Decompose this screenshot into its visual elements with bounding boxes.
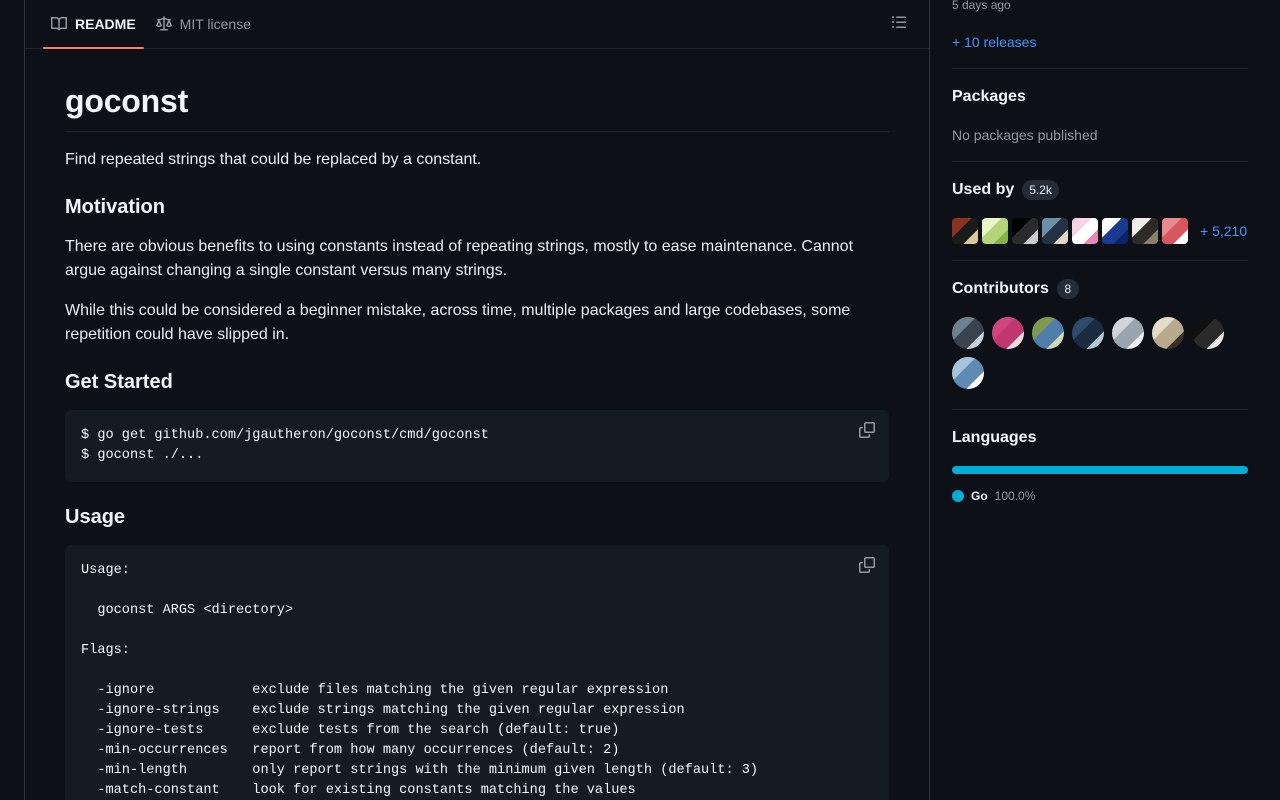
language-name: Go <box>971 489 988 503</box>
packages-empty-note: No packages published <box>952 127 1098 143</box>
used-by-heading: Used by 5.2k <box>952 178 1248 202</box>
used-by-section: Used by 5.2k + 5,210 <box>952 162 1248 244</box>
readme-tablist: README MIT license <box>25 0 261 49</box>
tab-readme-label: README <box>75 16 136 32</box>
copy-icon <box>859 556 875 578</box>
contributors-avatar-row <box>952 317 1234 389</box>
used-by-avatar-7[interactable] <box>1132 218 1158 244</box>
page-title: goconst <box>65 81 889 132</box>
outline-toggle-button[interactable] <box>885 10 913 38</box>
used-by-avatar-5[interactable] <box>1072 218 1098 244</box>
copy-icon <box>859 421 875 443</box>
language-bar-segment[interactable] <box>952 466 1248 474</box>
used-by-avatar-1[interactable] <box>952 218 978 244</box>
contributor-avatar-4[interactable] <box>1072 317 1104 349</box>
contributor-avatar-7[interactable] <box>1192 317 1224 349</box>
book-icon <box>51 16 67 32</box>
contributors-heading-label: Contributors <box>952 280 1049 297</box>
contributor-avatar-5[interactable] <box>1112 317 1144 349</box>
contributors-count-badge: 8 <box>1056 279 1079 299</box>
tab-readme[interactable]: README <box>41 0 146 49</box>
languages-heading-label: Languages <box>952 429 1037 446</box>
language-list-item[interactable]: Go 100.0% <box>952 486 1248 506</box>
used-by-count-badge: 5.2k <box>1022 180 1059 200</box>
repository-readme-page: README MIT license goconst Find repeated… <box>0 0 1280 800</box>
section-heading-motivation: Motivation <box>65 196 165 218</box>
code-content-usage: Usage: goconst ARGS <directory> Flags: -… <box>81 563 759 798</box>
motivation-paragraph-2: While this could be considered a beginne… <box>65 302 851 343</box>
used-by-avatar-2[interactable] <box>982 218 1008 244</box>
tab-mit-license-label: MIT license <box>179 16 251 32</box>
intro-paragraph: Find repeated strings that could be repl… <box>65 151 482 168</box>
list-unordered-icon <box>891 14 907 35</box>
section-heading-usage: Usage <box>65 506 126 528</box>
used-by-avatar-8[interactable] <box>1162 218 1188 244</box>
used-by-avatar-3[interactable] <box>1012 218 1038 244</box>
copy-button-get-started[interactable] <box>853 418 881 446</box>
used-by-more-link[interactable]: + 5,210 <box>1200 223 1247 239</box>
language-color-dot <box>952 490 964 502</box>
contributor-avatar-8[interactable] <box>952 357 984 389</box>
contributors-section: Contributors 8 <box>952 261 1248 389</box>
languages-section: Languages Go 100.0% <box>952 410 1248 506</box>
tab-mit-license[interactable]: MIT license <box>146 0 261 48</box>
language-list: Go 100.0% <box>952 486 1248 506</box>
contributor-avatar-2[interactable] <box>992 317 1024 349</box>
code-block-get-started: $ go get github.com/jgautheron/goconst/c… <box>65 410 889 482</box>
section-heading-get-started: Get Started <box>65 371 173 393</box>
contributors-heading: Contributors 8 <box>952 277 1248 301</box>
contributor-avatar-3[interactable] <box>1032 317 1064 349</box>
used-by-avatar-row: + 5,210 <box>952 218 1248 244</box>
readme-panel: README MIT license goconst Find repeated… <box>24 0 930 800</box>
readme-header: README MIT license <box>25 0 929 49</box>
release-timestamp: 5 days ago <box>952 0 1011 12</box>
law-scale-icon <box>155 16 172 32</box>
packages-heading: Packages <box>952 85 1248 109</box>
contributor-avatar-6[interactable] <box>1152 317 1184 349</box>
motivation-paragraph-1: There are obvious benefits to using cons… <box>65 238 854 279</box>
used-by-avatar-6[interactable] <box>1102 218 1128 244</box>
languages-heading: Languages <box>952 426 1248 450</box>
repository-sidebar: 5 days ago + 10 releases Packages No pac… <box>952 0 1248 506</box>
language-bar <box>952 466 1248 474</box>
packages-section: Packages No packages published <box>952 69 1248 145</box>
contributor-avatar-1[interactable] <box>952 317 984 349</box>
code-content-get-started: $ go get github.com/jgautheron/goconst/c… <box>81 428 489 463</box>
releases-section: 5 days ago + 10 releases <box>952 0 1248 52</box>
more-releases-link[interactable]: + 10 releases <box>952 32 1036 52</box>
used-by-avatar-4[interactable] <box>1042 218 1068 244</box>
language-percent: 100.0% <box>994 489 1036 503</box>
copy-button-usage[interactable] <box>853 553 881 581</box>
readme-content: goconst Find repeated strings that could… <box>25 49 929 800</box>
packages-heading-label: Packages <box>952 88 1026 105</box>
code-block-usage: Usage: goconst ARGS <directory> Flags: -… <box>65 545 889 800</box>
used-by-heading-label: Used by <box>952 181 1015 198</box>
